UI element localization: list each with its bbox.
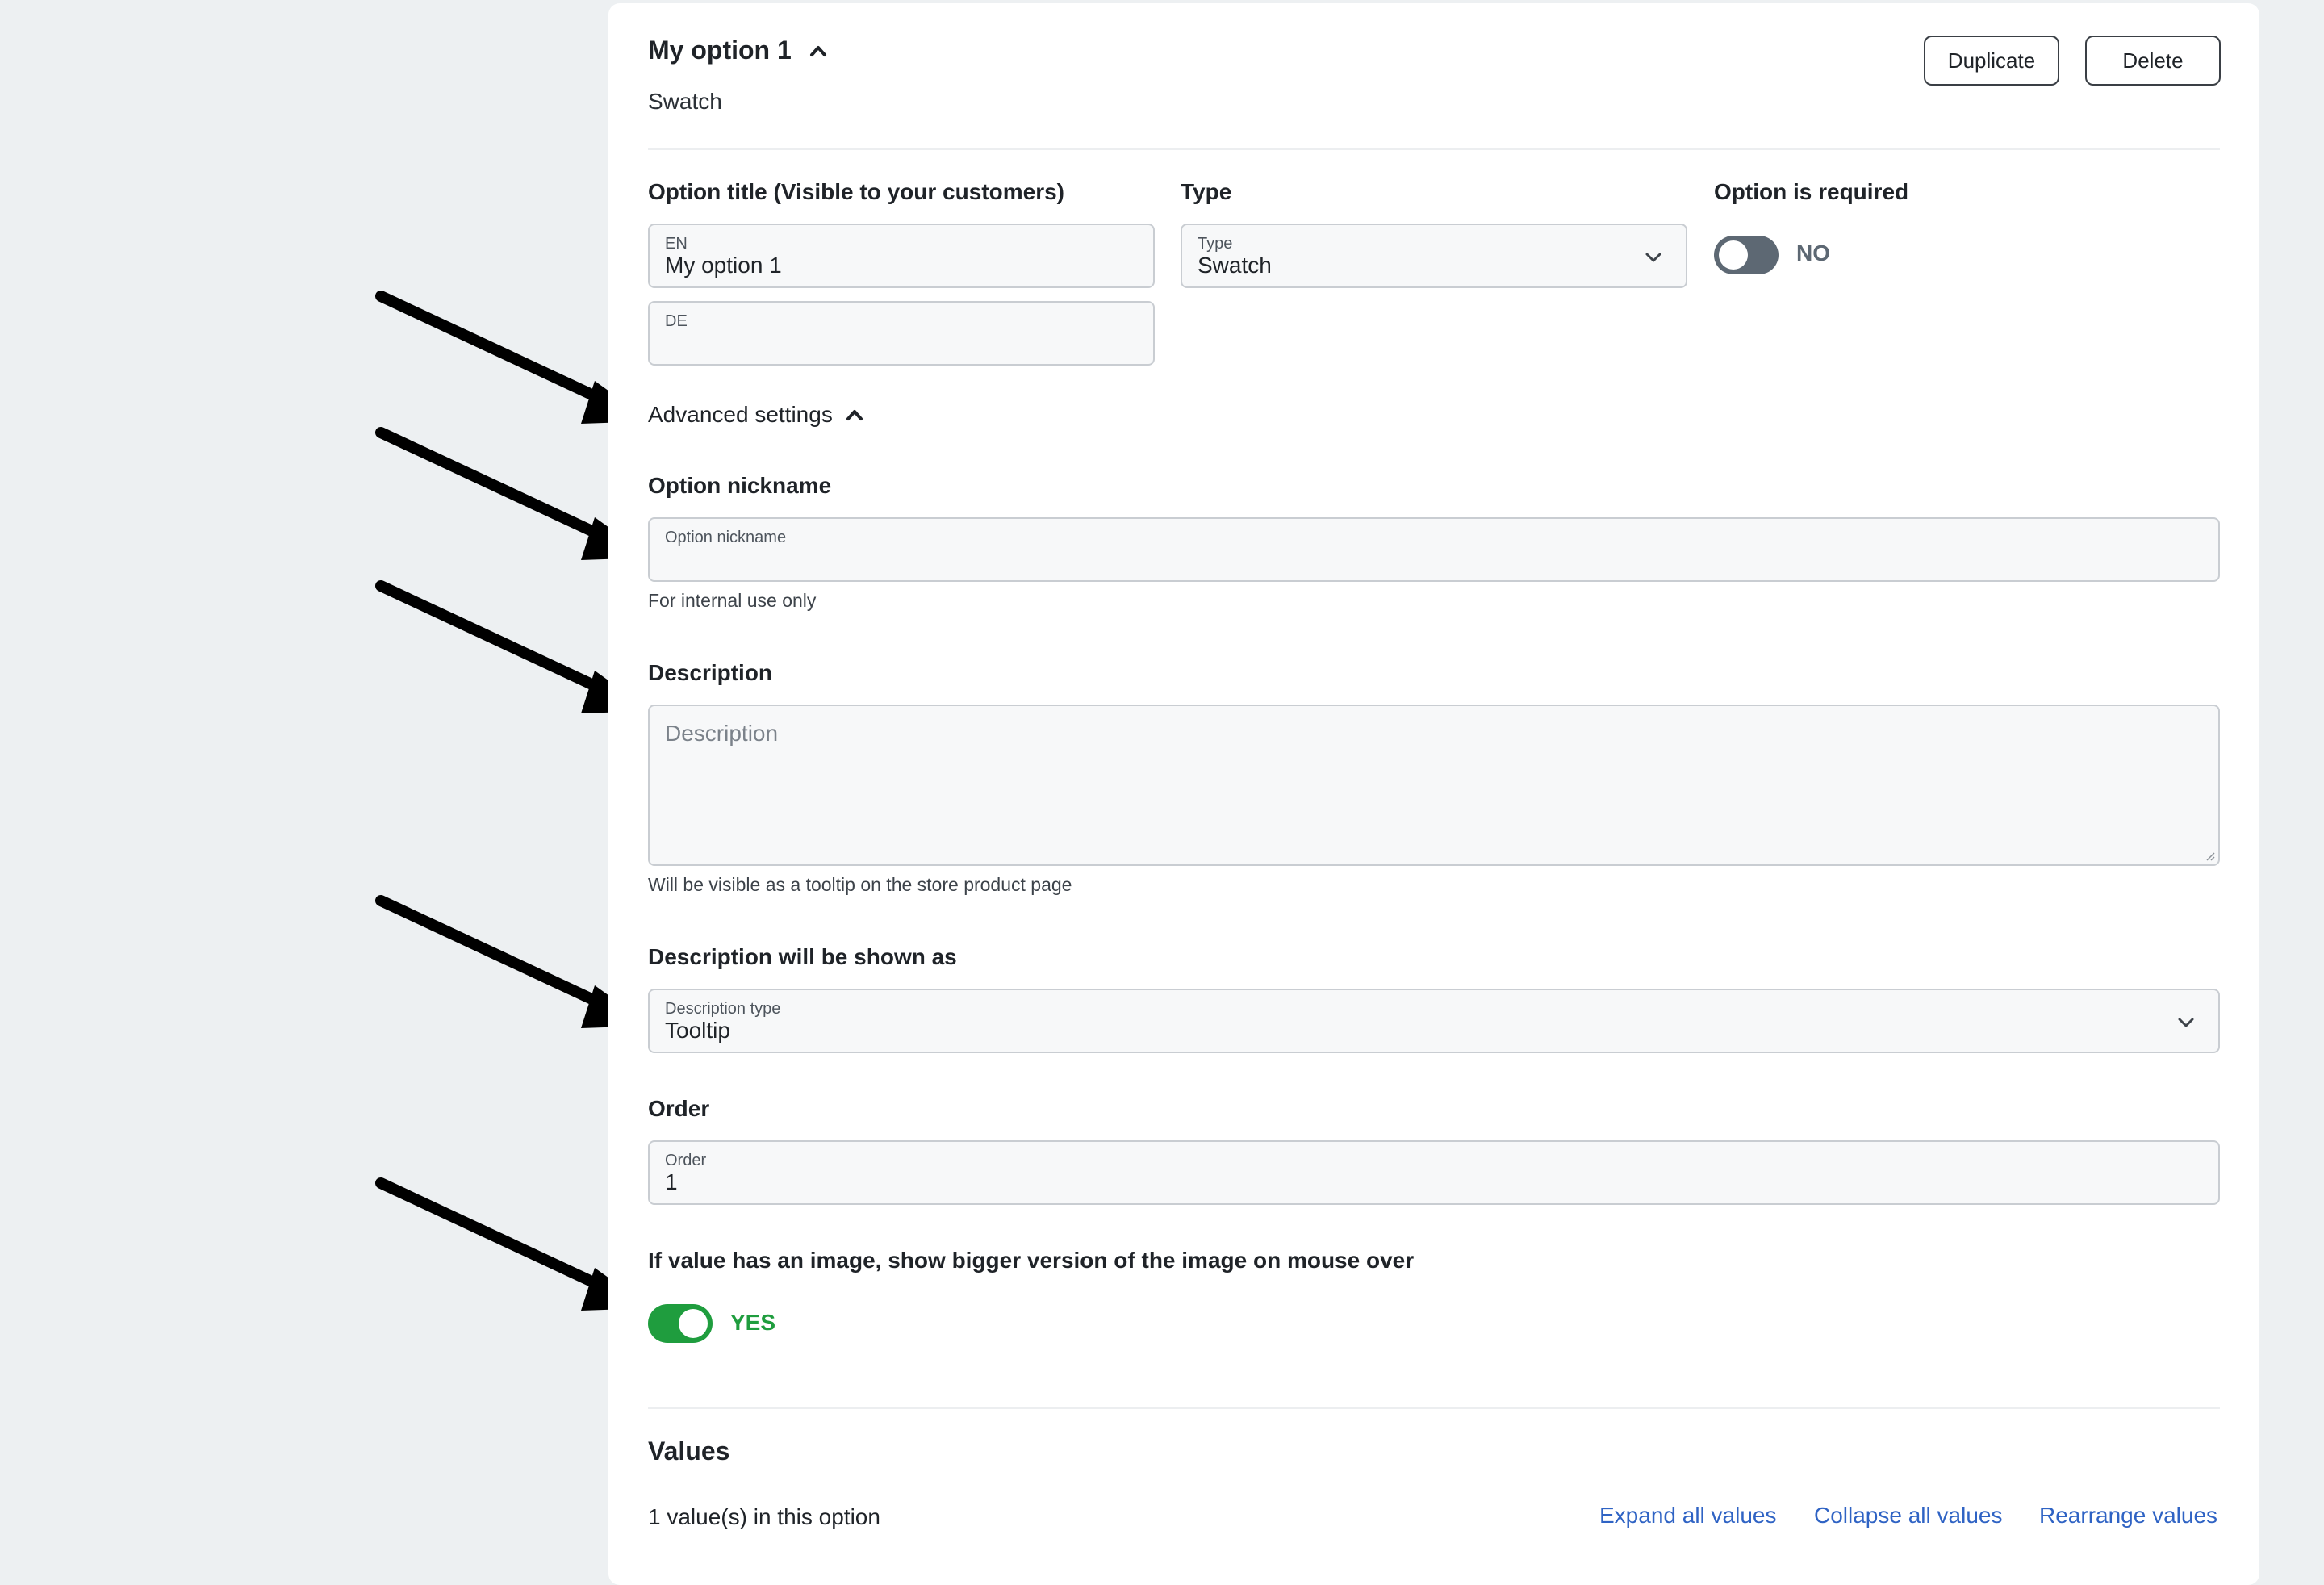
resize-handle-icon[interactable] bbox=[2205, 851, 2215, 861]
toggle-knob bbox=[679, 1309, 708, 1338]
field-mini-label: Type bbox=[1198, 235, 1233, 253]
collapse-all-values-link[interactable]: Collapse all values bbox=[1814, 1503, 2002, 1529]
advanced-settings-label: Advanced settings bbox=[648, 402, 833, 427]
delete-button[interactable]: Delete bbox=[2085, 36, 2221, 86]
order-label: Order bbox=[648, 1096, 710, 1121]
field-value: 1 bbox=[665, 1169, 678, 1194]
nickname-label: Option nickname bbox=[648, 473, 832, 498]
option-type-subtitle: Swatch bbox=[648, 89, 722, 114]
values-heading: Values bbox=[648, 1437, 730, 1466]
divider bbox=[648, 1407, 2220, 1409]
hover-image-toggle[interactable] bbox=[648, 1304, 713, 1343]
description-textarea[interactable]: Description bbox=[648, 705, 2220, 866]
nickname-help: For internal use only bbox=[648, 590, 817, 611]
description-help: Will be visible as a tooltip on the stor… bbox=[648, 874, 1072, 895]
field-mini-label: DE bbox=[665, 312, 688, 330]
field-value: Swatch bbox=[1198, 253, 1272, 278]
required-label: Option is required bbox=[1714, 179, 1909, 204]
type-select[interactable]: Type Swatch bbox=[1181, 224, 1687, 288]
description-type-label: Description will be shown as bbox=[648, 944, 957, 969]
arrow-icon bbox=[381, 1183, 646, 1311]
advanced-settings-toggle[interactable]: Advanced settings bbox=[648, 402, 863, 428]
duplicate-button[interactable]: Duplicate bbox=[1924, 36, 2059, 86]
order-input[interactable]: Order 1 bbox=[648, 1140, 2220, 1205]
required-toggle[interactable] bbox=[1714, 236, 1779, 274]
expand-all-values-link[interactable]: Expand all values bbox=[1599, 1503, 1776, 1529]
arrow-icon bbox=[381, 586, 646, 713]
chevron-down-icon bbox=[2178, 1018, 2194, 1027]
chevron-up-icon bbox=[846, 410, 863, 420]
field-value: My option 1 bbox=[665, 253, 782, 278]
hover-image-state: YES bbox=[730, 1310, 776, 1335]
values-count: 1 value(s) in this option bbox=[648, 1504, 880, 1529]
field-mini-label: Description type bbox=[665, 1000, 781, 1018]
description-label: Description bbox=[648, 660, 773, 685]
chevron-down-icon bbox=[1645, 253, 1661, 262]
option-title-label: Option title (Visible to your customers) bbox=[648, 179, 1064, 204]
option-title-de-input[interactable]: DE bbox=[648, 301, 1155, 366]
annotation-arrows bbox=[0, 0, 646, 1575]
option-title-en-input[interactable]: EN My option 1 bbox=[648, 224, 1155, 288]
option-title: My option 1 bbox=[648, 36, 792, 65]
hover-image-label: If value has an image, show bigger versi… bbox=[648, 1248, 1415, 1273]
nickname-input[interactable]: Option nickname bbox=[648, 517, 2220, 582]
arrow-icon bbox=[381, 901, 646, 1028]
field-mini-label: Order bbox=[665, 1152, 707, 1169]
required-state: NO bbox=[1796, 240, 1830, 266]
field-mini-label: Option nickname bbox=[665, 529, 787, 546]
toggle-knob bbox=[1719, 240, 1748, 270]
field-mini-label: EN bbox=[665, 235, 688, 253]
description-type-select[interactable]: Description type Tooltip bbox=[648, 989, 2220, 1053]
divider bbox=[648, 148, 2220, 150]
field-value: Tooltip bbox=[665, 1018, 730, 1043]
arrow-icon bbox=[381, 296, 646, 424]
chevron-up-icon[interactable] bbox=[809, 44, 827, 57]
rearrange-values-link[interactable]: Rearrange values bbox=[2039, 1503, 2217, 1529]
description-placeholder: Description bbox=[665, 721, 779, 746]
arrow-icon bbox=[381, 433, 646, 560]
option-header[interactable]: My option 1 bbox=[648, 36, 827, 65]
type-label: Type bbox=[1181, 179, 1232, 204]
